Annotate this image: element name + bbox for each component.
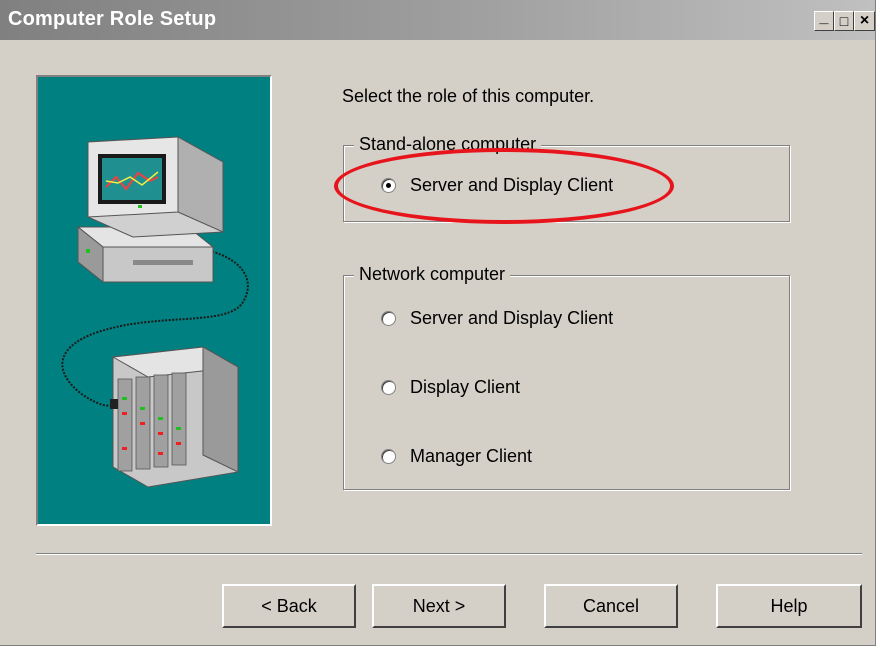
divider	[36, 553, 862, 555]
cancel-button[interactable]: Cancel	[544, 584, 678, 628]
computer-role-setup-dialog: Computer Role Setup _ □ × Select the rol…	[0, 0, 876, 646]
computer-illustration	[36, 75, 272, 526]
radio-label: Server and Display Client	[410, 175, 614, 195]
back-button[interactable]: < Back	[222, 584, 356, 628]
radio-unchecked-icon[interactable]	[381, 380, 396, 395]
radio-unchecked-icon[interactable]	[381, 449, 396, 464]
window-title: Computer Role Setup	[8, 8, 217, 30]
radio-network-manager-client[interactable]: Manager Client	[381, 446, 532, 467]
minimize-button[interactable]: _	[814, 9, 834, 31]
radio-label: Server and Display Client	[410, 308, 614, 328]
radio-label: Display Client	[410, 377, 521, 397]
radio-label: Manager Client	[410, 446, 533, 466]
minimize-icon: _	[819, 9, 829, 26]
radio-network-display-client[interactable]: Display Client	[381, 377, 520, 398]
computer-server-icon	[61, 136, 249, 488]
close-button[interactable]: ×	[854, 11, 875, 31]
close-icon: ×	[859, 12, 870, 29]
title-bar[interactable]: Computer Role Setup _ □ ×	[0, 0, 875, 40]
radio-checked-icon[interactable]	[381, 178, 396, 193]
network-group-label: Network computer	[354, 264, 511, 285]
radio-standalone-server-display-client[interactable]: Server and Display Client	[381, 175, 613, 196]
next-button[interactable]: Next >	[372, 584, 506, 628]
maximize-button[interactable]: □	[834, 11, 854, 31]
radio-network-server-display-client[interactable]: Server and Display Client	[381, 308, 613, 329]
help-button[interactable]: Help	[716, 584, 862, 628]
role-prompt: Select the role of this computer.	[342, 86, 595, 106]
radio-unchecked-icon[interactable]	[381, 311, 396, 326]
maximize-icon: □	[839, 13, 849, 29]
standalone-group-label: Stand-alone computer	[354, 134, 542, 155]
